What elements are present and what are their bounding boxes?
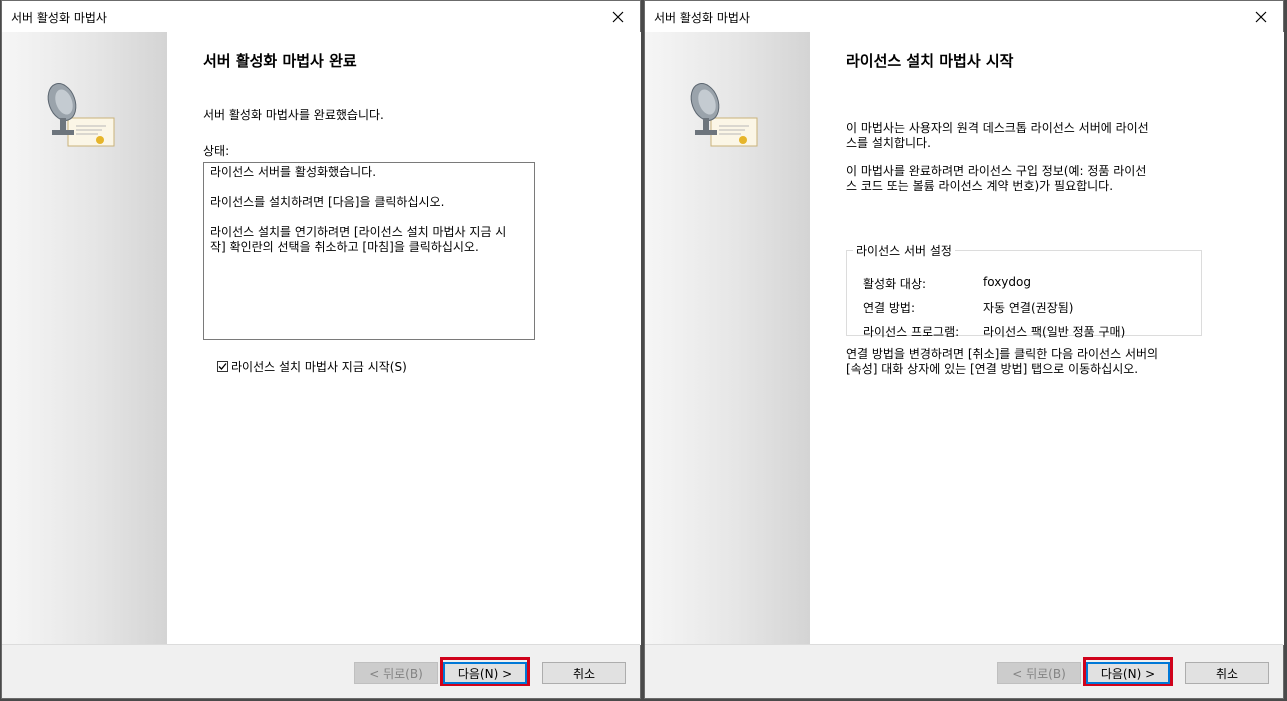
title-bar: 서버 활성화 마법사 (645, 1, 1283, 32)
close-icon[interactable] (1239, 1, 1283, 32)
back-button[interactable]: < 뒤로(B) (354, 662, 438, 684)
wizard-footer: < 뒤로(B) 다음(N) > 취소 (645, 644, 1283, 698)
page-title: 라이선스 설치 마법사 시작 (846, 52, 1014, 70)
checkbox-box[interactable] (217, 361, 228, 372)
group-title: 라이선스 서버 설정 (856, 244, 952, 258)
intro-text: 서버 활성화 마법사를 완료했습니다. (203, 108, 384, 122)
window-title: 서버 활성화 마법사 (11, 11, 107, 25)
connection-note: 연결 방법을 변경하려면 [취소]를 클릭한 다음 라이선스 서버의 [속성] … (846, 347, 1159, 376)
close-icon[interactable] (596, 1, 640, 32)
window-title: 서버 활성화 마법사 (654, 11, 750, 25)
status-textbox[interactable]: 라이선스 서버를 활성화했습니다. 라이선스를 설치하려면 [다음]을 클릭하십… (203, 162, 535, 340)
status-label: 상태: (203, 144, 230, 158)
back-button[interactable]: < 뒤로(B) (997, 662, 1081, 684)
next-button[interactable]: 다음(N) > (1086, 662, 1170, 684)
requirements-text: 이 마법사를 완료하려면 라이선스 구입 정보(예: 정품 라이선 스 코드 또… (846, 164, 1147, 193)
wizard-window-license-install-start: 서버 활성화 마법사 라이선스 설치 마법사 시작 이 마법사는 사용자의 원격… (644, 0, 1284, 699)
cancel-button[interactable]: 취소 (1185, 662, 1269, 684)
wizard-content: 라이선스 설치 마법사 시작 이 마법사는 사용자의 원격 데스크톱 라이선스 … (810, 32, 1284, 645)
setting-value: 라이선스 팩(일반 정품 구매) (983, 325, 1126, 339)
next-button[interactable]: 다음(N) > (443, 662, 527, 684)
cancel-button[interactable]: 취소 (542, 662, 626, 684)
wizard-window-activation-complete: 서버 활성화 마법사 서버 활성화 마법사 완료 서버 활성화 마법사를 완료했… (1, 0, 641, 699)
wizard-sidebar (2, 32, 167, 645)
license-server-settings-group: 라이선스 서버 설정 활성화 대상: foxydog 연결 방법: 자동 연결(… (846, 242, 1202, 339)
wizard-footer: < 뒤로(B) 다음(N) > 취소 (2, 644, 640, 698)
page-title: 서버 활성화 마법사 완료 (203, 52, 357, 70)
description-text: 이 마법사는 사용자의 원격 데스크톱 라이선스 서버에 라이선 스를 설치합니… (846, 121, 1149, 150)
checkbox-label: 라이선스 설치 마법사 지금 시작(S) (231, 360, 407, 374)
setting-label: 연결 방법: (863, 301, 916, 315)
start-license-wizard-checkbox[interactable]: 라이선스 설치 마법사 지금 시작(S) (217, 358, 407, 375)
wizard-sidebar (645, 32, 810, 645)
wizard-content: 서버 활성화 마법사 완료 서버 활성화 마법사를 완료했습니다. 상태: 라이… (167, 32, 641, 645)
setting-value: 자동 연결(권장됨) (983, 301, 1074, 315)
setting-value: foxydog (983, 275, 1031, 289)
checkmark-icon (218, 363, 227, 370)
title-bar: 서버 활성화 마법사 (2, 1, 640, 32)
license-server-icon (42, 80, 118, 153)
setting-label: 활성화 대상: (863, 277, 927, 291)
setting-label: 라이선스 프로그램: (863, 325, 960, 339)
license-server-icon (685, 80, 761, 153)
